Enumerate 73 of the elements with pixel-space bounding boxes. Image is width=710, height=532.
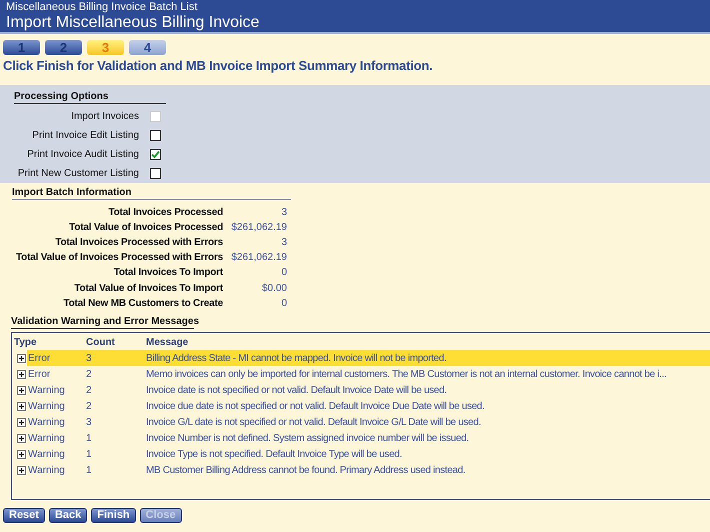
field-label: Total Invoices To Import bbox=[114, 267, 223, 280]
message-text: Invoice due date is not specified or not valid. Default Invoice Due Date will be used. bbox=[146, 400, 484, 412]
column-header: Count bbox=[86, 337, 115, 348]
message-count: 1 bbox=[86, 448, 92, 460]
instruction-text: Click Finish for Validation and MB Invoice Import Summary Information. bbox=[3, 58, 433, 74]
field-label: Total Value of Invoices Processed bbox=[69, 222, 223, 234]
expand-icon[interactable] bbox=[17, 450, 26, 458]
section-title: Validation Warning and Error Messages bbox=[11, 316, 200, 327]
field-value: $261,062.19 bbox=[231, 222, 287, 234]
message-text: Memo invoices can only be imported for internal customers. The MB Customer is not an internal customer. Invoice cannot be i... bbox=[146, 368, 666, 380]
page-title: Import Miscellaneous Billing Invoice bbox=[6, 14, 260, 32]
option-label: Print Invoice Audit Listing bbox=[27, 148, 139, 160]
field-label: Total Value of Invoices To Import bbox=[74, 282, 223, 295]
section-title: Import Batch Information bbox=[12, 187, 132, 198]
message-row[interactable]: Error 2 Memo invoices can only be imported for internal customers. The MB Customer is not an internal customer. Invoice cannot be i... bbox=[27, 366, 710, 382]
message-row[interactable]: Warning 2 Invoice due date is not specified or not valid. Default Invoice Due Date will be used. bbox=[27, 398, 710, 414]
field-label: Total Invoices Processed bbox=[108, 206, 223, 219]
field-value: $261,062.19 bbox=[231, 252, 287, 264]
message-text: Invoice date is not specified or not valid. Default Invoice Date will be used. bbox=[146, 384, 447, 396]
column-header: Message bbox=[146, 337, 188, 348]
message-row[interactable]: Warning 3 Invoice G/L date is not specified or not valid. Default Invoice G/L Date will be used. bbox=[27, 414, 710, 430]
option-label: Import Invoices bbox=[71, 110, 139, 122]
checkbox[interactable] bbox=[150, 168, 161, 179]
message-count: 3 bbox=[86, 352, 92, 364]
checkbox[interactable] bbox=[150, 149, 161, 160]
field-value: 3 bbox=[281, 236, 287, 249]
expand-icon[interactable] bbox=[17, 402, 26, 410]
message-count: 2 bbox=[86, 400, 92, 412]
message-text: Billing Address State - MI cannot be mapped. Invoice will not be imported. bbox=[146, 352, 446, 364]
message-text: MB Customer Billing Address cannot be found. Primary Address used instead. bbox=[146, 464, 466, 476]
message-type: Warning bbox=[28, 400, 65, 412]
message-text: Invoice Number is not defined. System assigned invoice number will be issued. bbox=[146, 432, 469, 444]
message-type: Error bbox=[28, 352, 50, 364]
message-count: 2 bbox=[86, 368, 92, 380]
message-type: Warning bbox=[28, 416, 65, 428]
message-row[interactable]: Warning 2 Invoice date is not specified or not valid. Default Invoice Date will be used. bbox=[27, 382, 710, 398]
expand-icon[interactable] bbox=[17, 386, 26, 394]
message-row[interactable]: Warning 1 Invoice Type is not specified. Default Invoice Type will be used. bbox=[27, 446, 710, 462]
expand-icon[interactable] bbox=[17, 354, 26, 362]
message-count: 1 bbox=[86, 464, 92, 476]
expand-icon[interactable] bbox=[17, 466, 26, 474]
breadcrumb-text: Miscellaneous Billing Invoice Batch List bbox=[6, 1, 198, 14]
message-count: 3 bbox=[86, 416, 92, 428]
message-count: 1 bbox=[86, 432, 92, 444]
field-value: 3 bbox=[281, 206, 287, 219]
option-label: Print New Customer Listing bbox=[18, 168, 139, 180]
message-type: Error bbox=[28, 368, 50, 380]
message-type: Warning bbox=[28, 384, 65, 396]
field-value: $0.00 bbox=[262, 282, 287, 295]
action-button[interactable]: Reset bbox=[3, 508, 45, 523]
field-label: Total Invoices Processed with Errors bbox=[55, 236, 223, 249]
expand-icon[interactable] bbox=[17, 434, 26, 442]
field-value: 0 bbox=[281, 267, 287, 280]
message-text: Invoice Type is not specified. Default Invoice Type will be used. bbox=[146, 448, 402, 460]
message-text: Invoice G/L date is not specified or not valid. Default Invoice G/L Date will be used. bbox=[146, 416, 481, 428]
expand-icon[interactable] bbox=[17, 418, 26, 426]
action-button[interactable]: Back bbox=[48, 508, 88, 523]
section-title: Processing Options bbox=[14, 91, 108, 102]
message-type: Warning bbox=[28, 448, 65, 460]
message-type: Warning bbox=[28, 432, 65, 444]
message-type: Warning bbox=[28, 464, 65, 476]
field-label: Total New MB Customers to Create bbox=[63, 298, 223, 310]
field-label: Total Value of Invoices Processed with Errors bbox=[16, 252, 223, 264]
message-row[interactable]: Warning 1 MB Customer Billing Address cannot be found. Primary Address used instead. bbox=[27, 462, 710, 478]
expand-icon[interactable] bbox=[17, 370, 26, 378]
message-row[interactable]: Error 3 Billing Address State - MI cannot be mapped. Invoice will not be imported. bbox=[27, 350, 710, 366]
field-value: 0 bbox=[281, 298, 287, 310]
option-label: Print Invoice Edit Listing bbox=[32, 130, 139, 142]
column-header: Type bbox=[14, 337, 37, 348]
message-row[interactable]: Warning 1 Invoice Number is not defined. System assigned invoice number will be issued. bbox=[27, 430, 710, 446]
message-count: 2 bbox=[86, 384, 92, 396]
checkbox[interactable] bbox=[150, 130, 161, 141]
action-button[interactable]: Finish bbox=[91, 508, 136, 523]
